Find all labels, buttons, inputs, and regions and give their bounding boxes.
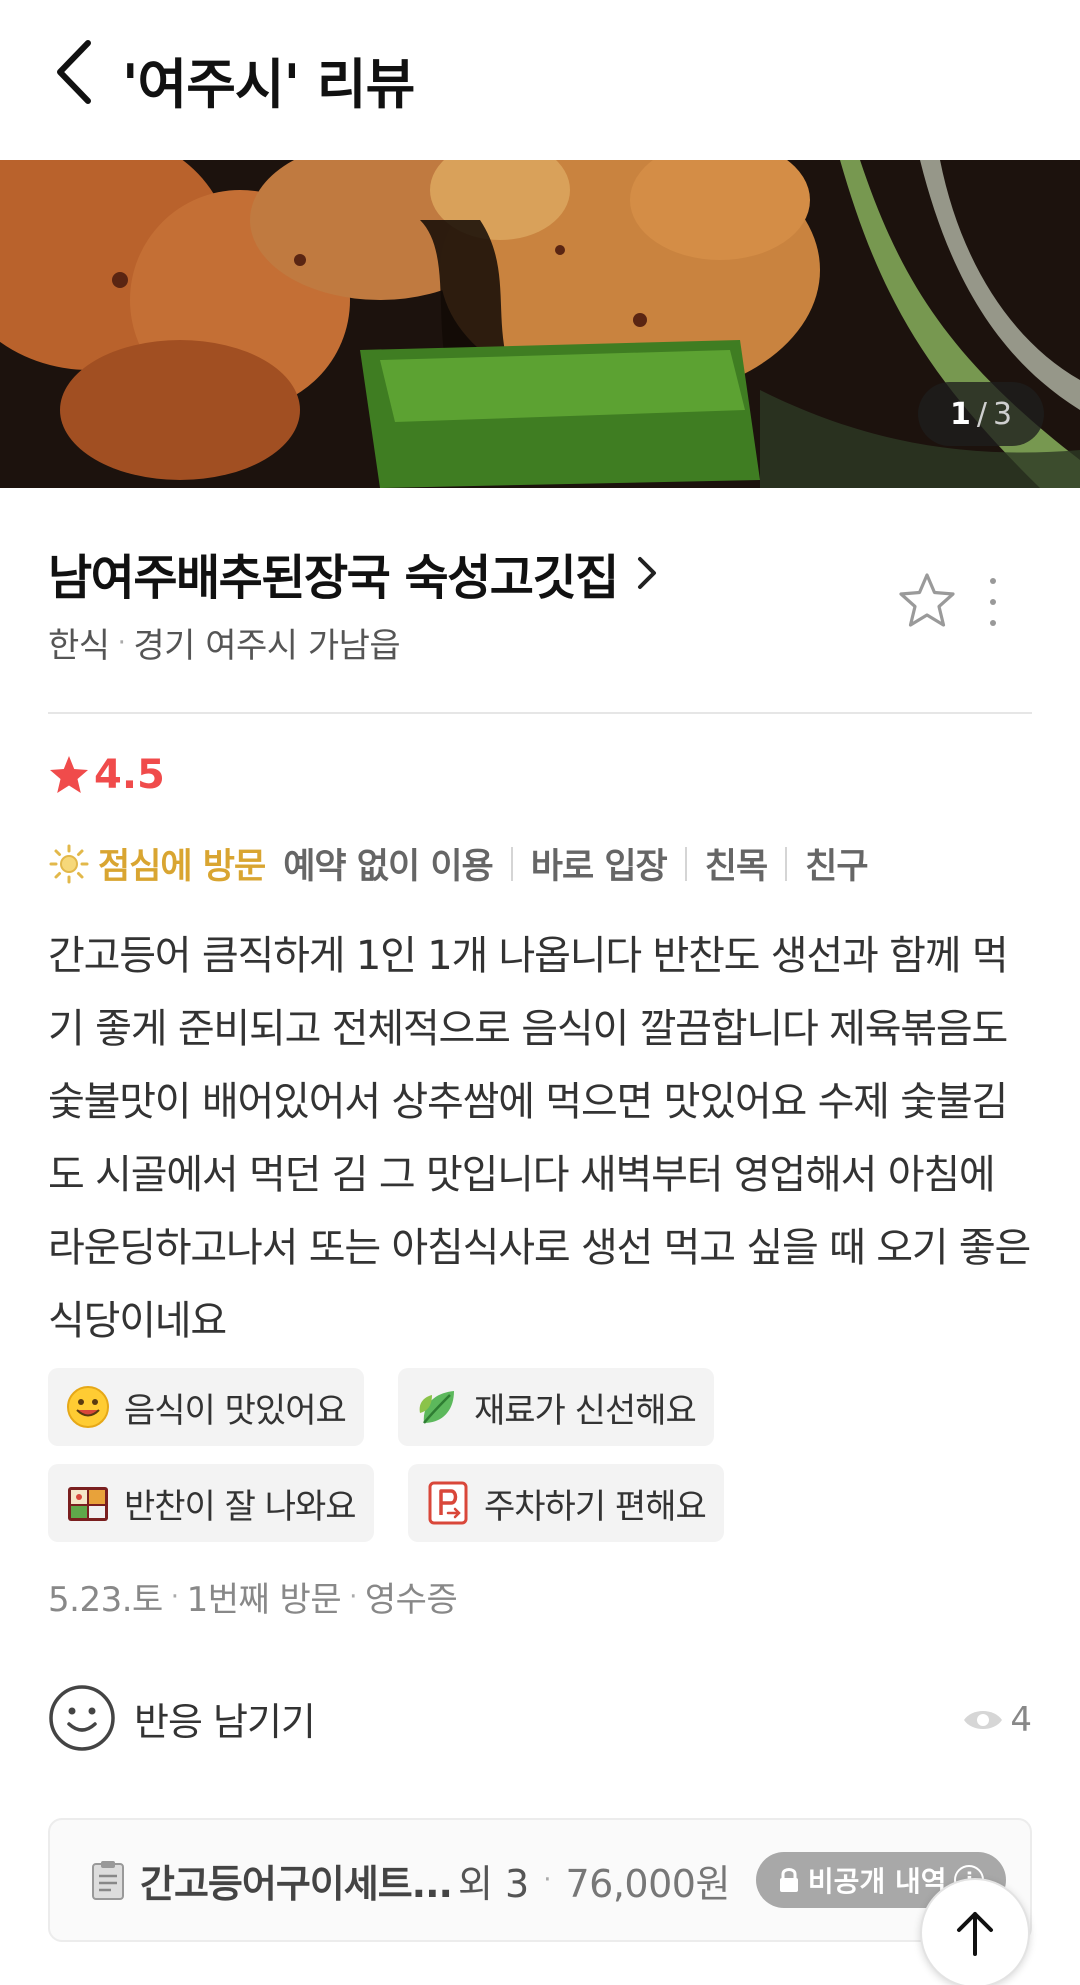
- lunchbox-icon: [68, 1487, 108, 1521]
- visit-tag: 친구: [805, 847, 868, 887]
- photo-total-count: 3: [992, 396, 1013, 432]
- lock-icon: [779, 1868, 798, 1892]
- visit-count: 1번째 방문: [186, 1580, 342, 1620]
- meta-separator: ·: [117, 627, 126, 658]
- place-location: 경기 여주시 가남읍: [133, 626, 401, 666]
- meta-separator: ·: [349, 1581, 357, 1612]
- more-dot-icon: [990, 578, 996, 584]
- more-dot-icon: [990, 599, 996, 605]
- keyword-chip: 재료가 신선해요: [398, 1368, 714, 1446]
- keyword-label: 재료가 신선해요: [474, 1390, 697, 1431]
- page-title: '여주시' 리뷰: [122, 53, 415, 116]
- place-meta: 한식 · 경기 여주시 가남읍: [48, 618, 401, 667]
- order-extra-count: 외 3: [458, 1861, 530, 1906]
- meta-separator: ·: [170, 1581, 179, 1612]
- rating-value: 4.5: [94, 752, 165, 798]
- smile-outline-icon: [49, 1685, 115, 1751]
- visit-tag: 친목: [704, 847, 768, 887]
- keyword-label: 음식이 맛있어요: [124, 1390, 347, 1431]
- review-body: 간고등어 큼직하게 1인 1개 나옵니다 반찬도 생선과 함께 먹기 좋게 준비…: [48, 933, 1031, 1344]
- star-outline-icon: [899, 573, 955, 627]
- arrow-up-icon: [957, 1912, 993, 1956]
- review-photo-carousel[interactable]: 1 / 3: [0, 160, 1080, 488]
- photo-page-indicator: 1 / 3: [918, 382, 1044, 446]
- place-category: 한식: [48, 626, 110, 666]
- sun-icon: [49, 844, 89, 883]
- review-rating: 4.5: [48, 752, 165, 798]
- order-price: 76,000원: [565, 1861, 730, 1906]
- keyword-chip: 반찬이 잘 나와요: [48, 1464, 374, 1542]
- review-date: 5.23.토: [48, 1580, 163, 1620]
- visit-tag: 예약 없이 이용: [283, 847, 494, 887]
- order-item-name: 간고등어구이세트...: [140, 1861, 453, 1906]
- keyword-chip: 주차하기 편해요: [408, 1464, 724, 1542]
- divider: [48, 712, 1032, 714]
- chevron-left-icon: [57, 40, 91, 104]
- visit-info: 점심에 방문 예약 없이 이용 바로 입장 친목 친구: [48, 838, 869, 889]
- smiley-icon: [67, 1386, 109, 1428]
- photo-current-index: 1: [949, 396, 971, 432]
- place-name: 남여주배추된장국 숙성고깃집: [48, 550, 619, 606]
- eye-icon: [964, 1711, 1003, 1729]
- chevron-right-icon: [637, 557, 656, 589]
- bookmark-button[interactable]: [896, 570, 958, 632]
- visit-time: 점심에 방문: [98, 847, 266, 887]
- photo-index-separator: /: [976, 396, 987, 432]
- back-button[interactable]: [44, 36, 104, 108]
- tag-divider: [684, 846, 687, 881]
- view-count-value: 4: [1010, 1700, 1032, 1740]
- view-count: 4: [962, 1700, 1032, 1740]
- private-label: 비공개 내역: [807, 1865, 947, 1898]
- parking-icon: [428, 1481, 468, 1525]
- tag-divider: [510, 846, 513, 881]
- food-photo: [0, 160, 1080, 488]
- keyword-label: 반찬이 잘 나와요: [124, 1486, 357, 1527]
- keyword-label: 주차하기 편해요: [484, 1486, 707, 1527]
- receipt-icon: [92, 1861, 124, 1900]
- more-dot-icon: [990, 620, 996, 626]
- scroll-to-top-button[interactable]: [920, 1878, 1030, 1985]
- app-header: '여주시' 리뷰: [0, 0, 1080, 160]
- keyword-chip: 음식이 맛있어요: [48, 1368, 364, 1446]
- more-options-button[interactable]: [978, 570, 1008, 634]
- verification-type[interactable]: 영수증: [365, 1572, 458, 1621]
- review-visit-meta: 5.23.토 · 1번째 방문 · 영수증: [48, 1572, 458, 1621]
- tag-divider: [785, 846, 788, 881]
- leaf-icon: [419, 1391, 454, 1424]
- meta-separator: ·: [543, 1865, 552, 1895]
- star-filled-icon: [50, 756, 88, 793]
- visit-tag: 바로 입장: [530, 847, 668, 887]
- place-name-link[interactable]: 남여주배추된장국 숙성고깃집: [48, 538, 662, 608]
- order-summary[interactable]: 간고등어구이세트... 외 3 · 76,000원 비공개 내역 i: [48, 1818, 1032, 1942]
- reaction-label: 반응 남기기: [134, 1699, 316, 1744]
- leave-reaction-button[interactable]: 반응 남기기: [48, 1684, 316, 1752]
